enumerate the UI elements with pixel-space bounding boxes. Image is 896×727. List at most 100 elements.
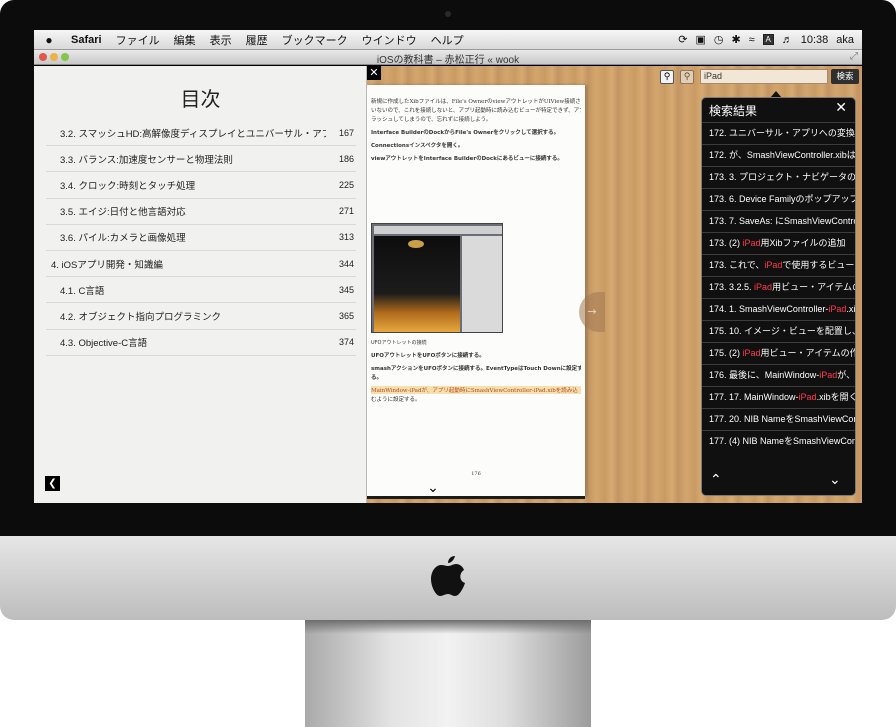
toc-row-page: 167 [338,127,354,138]
results-next-button[interactable]: ⌄ [829,473,845,487]
result-item[interactable]: 172. が、SmashViewController.xibはi [702,144,855,166]
search-button[interactable]: 検索 [831,69,859,84]
result-text: 173. 3. プロジェクト・ナビゲータのSm [709,172,856,182]
toc-row-label: 3.2. スマッシュHD:高解像度ディスプレイとユニバーサル・アプリ [60,128,326,140]
result-hit: iPad [798,392,817,402]
toc-row-page: 186 [338,153,354,164]
chevron-left-icon: ❮ [48,478,57,489]
results-close-icon[interactable]: ✕ [835,100,847,116]
result-hit: iPad [742,238,761,248]
menu-view[interactable]: 表示 [203,32,239,48]
result-item[interactable]: 176. 最後に、MainWindow-iPadが、ア [702,364,856,386]
toc-row[interactable]: 3.5. エイジ:日付と他言語対応 271 [46,199,356,225]
search-highlight-icon[interactable]: ⚲ [680,70,694,84]
book-page: 新規に作成したXibファイルは、File's Ownerのviewアウトレットが… [367,85,585,497]
display-icon[interactable]: ▣ [695,33,705,46]
toc-row[interactable]: 3.2. スマッシュHD:高解像度ディスプレイとユニバーサル・アプリ 167 [46,120,356,147]
menu-file[interactable]: ファイル [109,32,167,48]
page-text-line: むように設定する。 [371,397,421,403]
result-item[interactable]: 173. (2) iPad用Xibファイルの追加 [702,232,855,254]
result-item[interactable]: 173. 3.2.5. iPad用ビュー・アイテムの [702,276,855,298]
toc-row[interactable]: 3.4. クロック:時刻とタッチ処理 225 [46,172,356,199]
page-text-line: いないので、これを接続しないと、アプリ起動時に読み込むビューが特定できず、アプリ… [371,108,581,114]
result-text: 用Xibファイルの追加 [760,238,846,248]
wifi-icon[interactable]: ≈ [749,34,755,46]
toc-row-page: 271 [338,206,354,217]
result-text: で使用するビューの [782,260,856,270]
toc-back-button[interactable]: ❮ [45,476,60,491]
bluetooth-icon[interactable]: ✱ [731,33,740,46]
result-item[interactable]: 173. 7. SaveAs: にSmashViewControl [702,210,855,232]
toc-row[interactable]: 3.3. バランス:加速度センサーと物理法則 186 [46,146,356,173]
result-hit: iPad [828,304,847,314]
chevron-down-icon: ⌄ [829,472,841,488]
result-item[interactable]: 173. 3. プロジェクト・ナビゲータのSm [702,166,856,188]
toc-row-page: 344 [338,258,354,269]
menu-help[interactable]: ヘルプ [424,32,471,48]
page-text-line: viewアウトレットをInterface BuilderのDockにあるビューに… [371,156,563,162]
toc-row-label: 4.1. C言語 [60,285,105,297]
toc-panel: 目次 3.2. スマッシュHD:高解像度ディスプレイとユニバーサル・アプリ 167… [34,66,367,503]
chevron-down-icon[interactable]: ⌄ [423,480,443,496]
menu-app-name[interactable]: Safari [64,34,109,46]
result-item[interactable]: 175. 10. イメージ・ビューを配置し、i [702,320,856,342]
toc-row-page: 345 [338,284,354,295]
page-text-line: smashアクションをUFOボタンに接続する。EventTypeはTouch D… [371,366,581,372]
camera [445,11,451,17]
search-in-book-icon[interactable]: ⚲ [660,70,674,84]
menu-history[interactable]: 履歴 [239,32,275,48]
toc-row-chapter[interactable]: 4. iOSアプリ開発・知識編 344 [46,251,356,278]
results-list: 172. ユニバーサル・アプリへの変換時に 172. が、SmashViewCo… [702,122,856,452]
menu-edit[interactable]: 編集 [167,32,203,48]
apple-menu-icon[interactable]: ● [34,33,64,47]
result-item[interactable]: 173. これで、iPadで使用するビューの [702,254,856,276]
result-text: 175. 10. イメージ・ビューを配置し、 [709,326,856,336]
page-progress-bar[interactable] [367,496,585,499]
result-hit: iPad [754,282,773,292]
page-highlight-line: MainWindow-iPadが、アプリ起動時にSmashViewControl… [371,386,581,394]
result-item[interactable]: 173. 6. Device Familyのポップアップ [702,188,856,210]
result-item[interactable]: 172. ユニバーサル・アプリへの変換時に [702,122,855,144]
figure-ufo [408,240,424,248]
result-item[interactable]: 174. 1. SmashViewController-iPad.xib [702,298,855,320]
sync-icon[interactable]: ⟳ [678,33,687,46]
result-text: が、ア [837,370,856,380]
toc-row-label: 4.2. オブジェクト指向プログラミンク [60,311,221,323]
fullscreen-icon[interactable]: ⤢ [850,51,858,62]
result-hit: iPad [819,370,838,380]
toc-row-label: 4.3. Objective-C言語 [60,338,148,350]
figure-game-view [374,236,460,332]
menu-bar: ● Safari ファイル 編集 表示 履歴 ブックマーク ウインドウ ヘルプ … [34,30,862,50]
result-item[interactable]: 177. 17. MainWindow-iPad.xibを開く [702,386,855,408]
search-input[interactable]: iPad [700,69,828,84]
results-prev-button[interactable]: ⌃ [710,473,726,487]
toc-row[interactable]: 4.2. オブジェクト指向プログラミンク 365 [46,303,356,330]
result-text: 173. 6. Device Familyのポップアップ [709,194,856,204]
menu-window[interactable]: ウインドウ [355,32,424,48]
toc-row-label: 3.6. パイル:カメラと画像処理 [60,233,186,245]
menu-clock[interactable]: 10:38 [801,34,829,46]
page-text-line: UFOアウトレットをUFOボタンに接続する。 [371,353,485,359]
toc-row[interactable]: 3.6. パイル:カメラと画像処理 313 [46,225,356,251]
result-text: 172. ユニバーサル・アプリへの変換時に [709,128,855,138]
close-icon: ✕ [369,66,379,79]
page-number: 176 [471,471,481,477]
toc-row-page: 374 [338,337,354,348]
toc-close-button[interactable]: ✕ [367,66,381,80]
input-source-icon[interactable]: A [762,34,774,45]
stand-shadow [305,620,591,634]
menu-user[interactable]: aka [836,34,854,46]
volume-icon[interactable]: ♬ [782,34,793,46]
arrow-right-icon: → [587,305,597,318]
result-item[interactable]: 175. (2) iPad用ビュー・アイテムの作成 [702,342,855,364]
page-text-line: る。 [371,375,383,381]
apple-logo-icon [431,556,465,596]
menu-bookmarks[interactable]: ブックマーク [275,32,355,48]
time-machine-icon[interactable]: ◷ [714,33,724,46]
toc-row[interactable]: 4.1. C言語 345 [46,277,356,304]
page-text-line: Interface BuilderのDockからFile's Ownerをクリッ… [371,130,560,136]
result-item[interactable]: 177. (4) NIB NameをSmashViewContro [702,430,855,452]
imac-stand [305,620,591,727]
result-item[interactable]: 177. 20. NIB NameをSmashViewCont [702,408,855,430]
toc-row[interactable]: 4.3. Objective-C言語 374 [46,330,356,356]
